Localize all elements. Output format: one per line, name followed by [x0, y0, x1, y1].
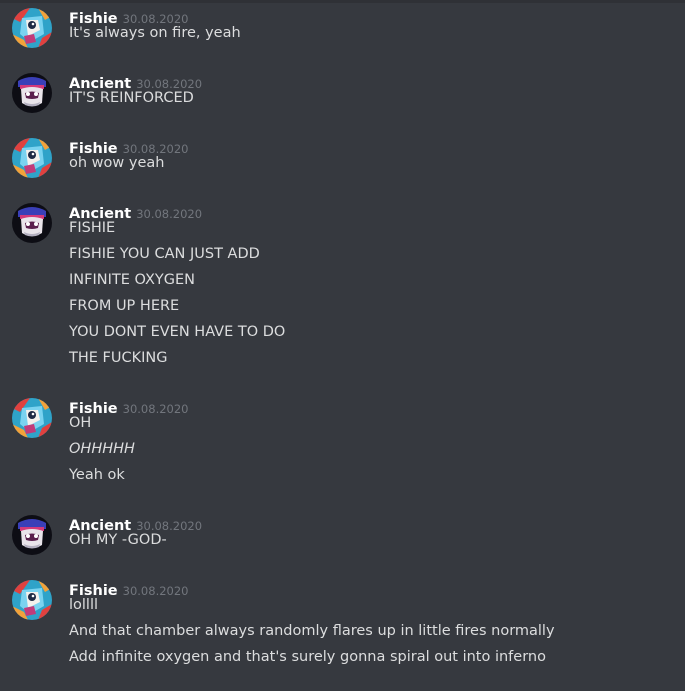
ancient-avatar-icon[interactable] — [12, 515, 52, 555]
fishie-avatar-icon[interactable] — [12, 580, 52, 620]
message-line: THE FUCKING — [69, 350, 168, 366]
message-line: IT'S REINFORCED — [69, 90, 194, 106]
message-body: oh wow yeah — [69, 150, 164, 176]
message-body: FISHIE FISHIE YOU CAN JUST ADD INFINITE OX… — [69, 215, 285, 371]
message-line: OHHHHH — [69, 441, 135, 457]
message-line: OH — [69, 415, 92, 431]
message-line: Add infinite oxygen and that's surely go… — [69, 649, 546, 665]
message-body: lollll And that chamber always randomly f… — [69, 592, 555, 670]
message-body: OH MY -GOD- — [69, 527, 167, 553]
message-body: OH OHHHHH Yeah ok — [69, 410, 135, 488]
message-line: oh wow yeah — [69, 155, 165, 171]
message-line: It's always on fire, yeah — [69, 25, 241, 41]
message-line: OH MY -GOD- — [69, 532, 167, 548]
fishie-avatar-icon[interactable] — [12, 8, 52, 48]
message-line: Yeah ok — [69, 467, 125, 483]
message-body: It's always on fire, yeah — [69, 20, 241, 46]
ancient-avatar-icon[interactable] — [12, 73, 52, 113]
message-line: YOU DONT EVEN HAVE TO DO — [69, 324, 286, 340]
fishie-avatar-icon[interactable] — [12, 138, 52, 178]
message-line: lollll — [69, 597, 99, 613]
top-divider — [0, 0, 685, 3]
fishie-avatar-icon[interactable] — [12, 398, 52, 438]
message-line: And that chamber always randomly flares … — [69, 623, 555, 639]
ancient-avatar-icon[interactable] — [12, 203, 52, 243]
message-body: IT'S REINFORCED — [69, 85, 194, 111]
message-line: FISHIE — [69, 220, 116, 236]
message-line: FISHIE YOU CAN JUST ADD — [69, 246, 260, 262]
message-line: INFINITE OXYGEN — [69, 272, 196, 288]
message-line: FROM UP HERE — [69, 298, 180, 314]
